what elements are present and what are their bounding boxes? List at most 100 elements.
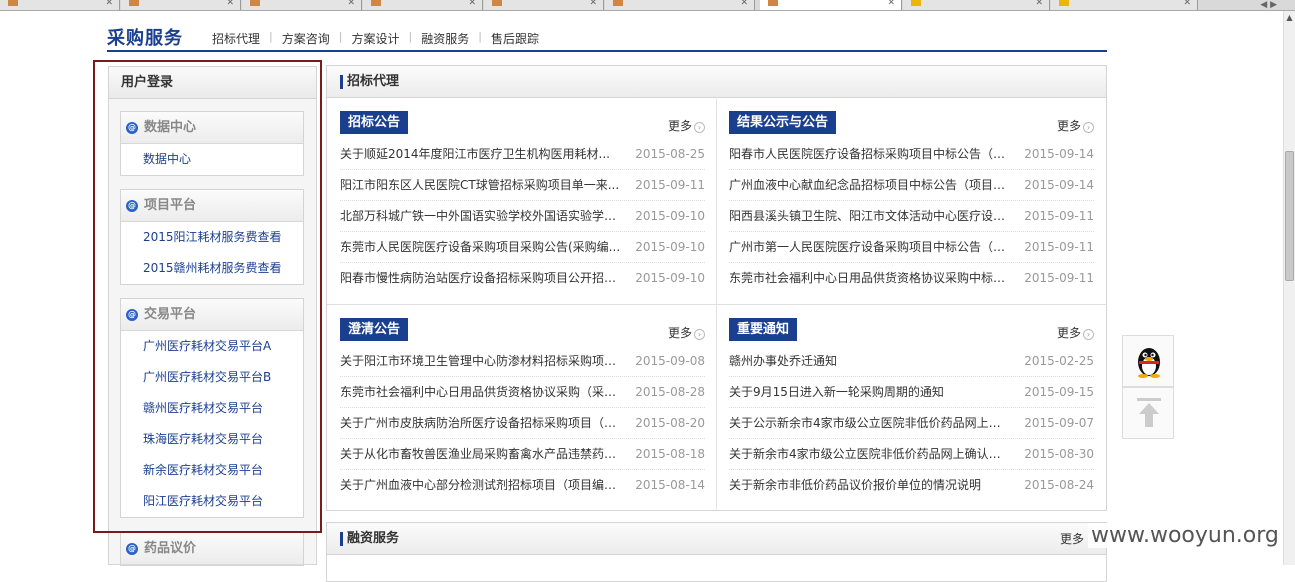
browser-tab[interactable]: ✕	[242, 0, 362, 10]
item-title[interactable]: 广州血液中心献血纪念品招标项目中标公告（项目编...	[729, 170, 1011, 201]
scroll-up-icon[interactable]: ▲	[1284, 13, 1295, 25]
item-title[interactable]: 关于顺延2014年度阳江市医疗卫生机构医用耗材...	[340, 139, 622, 170]
item-title[interactable]: 关于公示新余市4家市级公立医院非低价药品网上议...	[729, 408, 1011, 439]
nav-link-after-sales[interactable]: 售后跟踪	[491, 30, 548, 47]
list-item[interactable]: 关于新余市4家市级公立医院非低价药品网上确认和... 2015-08-30	[729, 439, 1094, 470]
block-title[interactable]: 澄清公告	[340, 318, 409, 341]
list-item[interactable]: 关于从化市畜牧兽医渔业局采购畜禽水产品违禁药物... 2015-08-18	[340, 439, 705, 470]
list-item[interactable]: 广州血液中心献血纪念品招标项目中标公告（项目编... 2015-09-14	[729, 170, 1094, 201]
page-scrollbar[interactable]: ▲	[1283, 11, 1295, 565]
block-bidding-notices: 招标公告 更多 › 关于顺延2014年度阳江市医疗卫生机构医用耗材... 2015-…	[340, 111, 705, 296]
tab-close-icon[interactable]: ✕	[887, 0, 895, 8]
tab-close-icon[interactable]: ✕	[105, 0, 113, 8]
more-label: 更多	[1056, 119, 1081, 133]
browser-tab[interactable]: ✕	[605, 0, 755, 10]
browser-tab[interactable]: ✕	[363, 0, 483, 10]
item-date: 2015-08-24	[1024, 478, 1094, 492]
tab-close-icon[interactable]: ✕	[1035, 0, 1043, 8]
nav-link-bidding-agency[interactable]: 招标代理	[212, 30, 269, 47]
qq-chat-button[interactable]	[1122, 335, 1174, 387]
list-item[interactable]: 关于公示新余市4家市级公立医院非低价药品网上议... 2015-09-07	[729, 408, 1094, 439]
block-title[interactable]: 结果公示与公告	[729, 111, 837, 134]
block-title[interactable]: 重要通知	[729, 318, 798, 341]
tab-close-icon[interactable]: ✕	[226, 0, 234, 8]
browser-tab[interactable]: ✕	[121, 0, 241, 10]
more-link[interactable]: 更多 ›	[1057, 324, 1094, 341]
item-title[interactable]: 东莞市人民医院医疗设备采购项目采购公告(采购编...	[340, 232, 622, 263]
item-title[interactable]: 阳春市人民医院医疗设备招标采购项目中标公告（招...	[729, 139, 1011, 170]
more-link[interactable]: 更多 ›	[1057, 117, 1094, 134]
list-item[interactable]: 阳春市慢性病防治站医疗设备招标采购项目公开招标... 2015-09-10	[340, 263, 705, 294]
more-link[interactable]: 更多	[1060, 523, 1084, 555]
block-clarifications: 澄清公告 更多 › 关于阳江市环境卫生管理中心防渗材料招标采购项目... 2015-…	[340, 318, 705, 503]
item-date: 2015-08-30	[1024, 447, 1094, 461]
list-item[interactable]: 北部万科城广铁一中外国语实验学校外国语实验学校... 2015-09-10	[340, 201, 705, 232]
item-date: 2015-08-28	[635, 385, 705, 399]
item-title[interactable]: 关于阳江市环境卫生管理中心防渗材料招标采购项目...	[340, 346, 622, 377]
item-date: 2015-09-10	[635, 240, 705, 254]
more-label: 更多	[1059, 532, 1084, 546]
list-item[interactable]: 东莞市社会福利中心日用品供货资格协议采购（采购... 2015-08-28	[340, 377, 705, 408]
item-title[interactable]: 关于广州市皮肤病防治所医疗设备招标采购项目（项...	[340, 408, 622, 439]
list-item[interactable]: 阳春市人民医院医疗设备招标采购项目中标公告（招... 2015-09-14	[729, 139, 1094, 170]
block-important-notices: 重要通知 更多 › 赣州办事处乔迁通知 2015-02-25 关于9月15日进入新一…	[729, 318, 1094, 503]
more-link[interactable]: 更多 ›	[668, 117, 705, 134]
nav-link-design[interactable]: 方案设计	[351, 30, 408, 47]
list-item[interactable]: 关于9月15日进入新一轮采购周期的通知 2015-09-15	[729, 377, 1094, 408]
item-title[interactable]: 关于新余市非低价药品议价报价单位的情况说明	[729, 470, 1011, 501]
list-item[interactable]: 关于广州市皮肤病防治所医疗设备招标采购项目（项... 2015-08-20	[340, 408, 705, 439]
browser-tab[interactable]: ✕	[1051, 0, 1198, 10]
browser-tab[interactable]: ✕	[0, 0, 120, 10]
nav-separator: |	[338, 30, 343, 43]
list-item[interactable]: 关于新余市非低价药品议价报价单位的情况说明 2015-08-24	[729, 470, 1094, 501]
item-title[interactable]: 关于9月15日进入新一轮采购周期的通知	[729, 377, 1011, 408]
item-title[interactable]: 北部万科城广铁一中外国语实验学校外国语实验学校...	[340, 201, 622, 232]
list-item[interactable]: 赣州办事处乔迁通知 2015-02-25	[729, 346, 1094, 377]
list-item[interactable]: 关于顺延2014年度阳江市医疗卫生机构医用耗材... 2015-08-25	[340, 139, 705, 170]
tab-favicon-icon	[768, 0, 778, 6]
back-to-top-button[interactable]	[1122, 387, 1174, 439]
block-title[interactable]: 招标公告	[340, 111, 409, 134]
tab-close-icon[interactable]: ✕	[589, 0, 597, 8]
tab-scroll-arrows-icon[interactable]: ◀ ▶	[1260, 0, 1277, 10]
item-date: 2015-08-25	[635, 147, 705, 161]
tab-close-icon[interactable]: ✕	[347, 0, 355, 8]
tab-close-icon[interactable]: ✕	[740, 0, 748, 8]
item-date: 2015-09-15	[1024, 385, 1094, 399]
list-item[interactable]: 阳西县溪头镇卫生院、阳江市文体活动中心医疗设备... 2015-09-11	[729, 201, 1094, 232]
item-title[interactable]: 赣州办事处乔迁通知	[729, 346, 1011, 377]
item-title[interactable]: 东莞市社会福利中心日用品供货资格协议采购（采购...	[340, 377, 622, 408]
nav-separator: |	[408, 30, 413, 43]
highlight-outline	[93, 60, 322, 533]
browser-tab[interactable]: ✕	[484, 0, 604, 10]
item-title[interactable]: 关于从化市畜牧兽医渔业局采购畜禽水产品违禁药物...	[340, 439, 622, 470]
nav-link-consulting[interactable]: 方案咨询	[282, 30, 339, 47]
arrow-circle-icon: ›	[1083, 329, 1094, 340]
browser-tab[interactable]: ✕	[903, 0, 1050, 10]
item-date: 2015-09-11	[1024, 240, 1094, 254]
list-item[interactable]: 东莞市社会福利中心日用品供货资格协议采购中标结... 2015-09-11	[729, 263, 1094, 294]
item-title[interactable]: 阳西县溪头镇卫生院、阳江市文体活动中心医疗设备...	[729, 201, 1011, 232]
item-title[interactable]: 阳江市阳东区人民医院CT球管招标采购项目单一来...	[340, 170, 622, 201]
item-date: 2015-09-10	[635, 271, 705, 285]
tab-close-icon[interactable]: ✕	[468, 0, 476, 8]
group-title: 药品议价	[144, 541, 197, 556]
scroll-thumb[interactable]	[1285, 151, 1294, 281]
item-title[interactable]: 关于新余市4家市级公立医院非低价药品网上确认和...	[729, 439, 1011, 470]
nav-link-finance[interactable]: 融资服务	[421, 30, 478, 47]
item-title[interactable]: 广州市第一人民医院医疗设备采购项目中标公告（项...	[729, 232, 1011, 263]
list-item[interactable]: 阳江市阳东区人民医院CT球管招标采购项目单一来... 2015-09-11	[340, 170, 705, 201]
browser-tab-strip: ✕ ✕ ✕ ✕ ✕ ✕ ✕ ✕ ✕ ◀ ▶	[0, 0, 1295, 11]
group-header[interactable]: @ 药品议价	[121, 533, 303, 565]
list-item[interactable]: 关于阳江市环境卫生管理中心防渗材料招标采购项目... 2015-09-08	[340, 346, 705, 377]
list-item[interactable]: 东莞市人民医院医疗设备采购项目采购公告(采购编... 2015-09-10	[340, 232, 705, 263]
browser-tab-active[interactable]: ✕	[760, 0, 902, 10]
more-link[interactable]: 更多 ›	[668, 324, 705, 341]
tab-favicon-icon	[1059, 0, 1069, 6]
item-title[interactable]: 关于广州血液中心部分检测试剂招标项目（项目编号...	[340, 470, 622, 501]
item-title[interactable]: 阳春市慢性病防治站医疗设备招标采购项目公开招标...	[340, 263, 622, 294]
list-item[interactable]: 广州市第一人民医院医疗设备采购项目中标公告（项... 2015-09-11	[729, 232, 1094, 263]
list-item[interactable]: 关于广州血液中心部分检测试剂招标项目（项目编号... 2015-08-14	[340, 470, 705, 501]
tab-close-icon[interactable]: ✕	[1183, 0, 1191, 8]
item-title[interactable]: 东莞市社会福利中心日用品供货资格协议采购中标结...	[729, 263, 1011, 294]
